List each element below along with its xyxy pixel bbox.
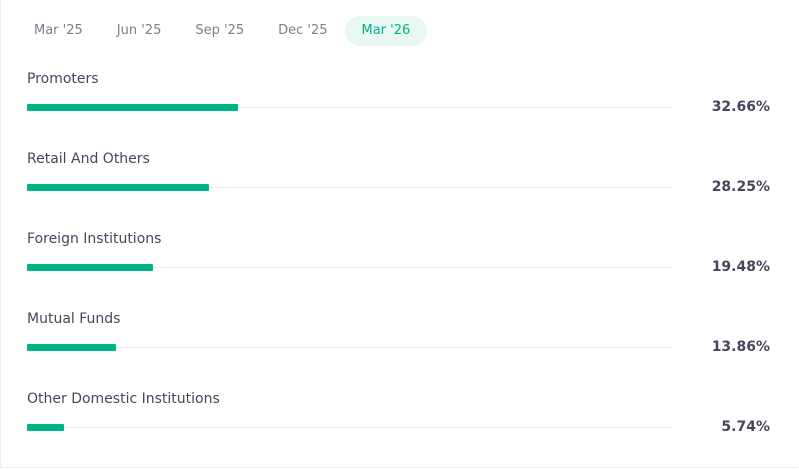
holding-percent: 5.74% bbox=[721, 419, 770, 435]
holding-row-other-domestic-institutions: Other Domestic Institutions 5.74% bbox=[27, 384, 770, 464]
holding-bar-fill bbox=[27, 344, 117, 351]
holding-percent: 28.25% bbox=[711, 179, 770, 195]
holding-bar-track bbox=[27, 344, 672, 351]
holding-bar-track bbox=[27, 264, 672, 271]
holding-bar-track bbox=[27, 104, 672, 111]
holding-bar-fill bbox=[27, 184, 210, 191]
holding-label: Mutual Funds bbox=[27, 311, 121, 327]
holding-label: Retail And Others bbox=[27, 151, 150, 167]
holding-bar-fill bbox=[27, 264, 153, 271]
tab-sep-25[interactable]: Sep '25 bbox=[178, 16, 261, 46]
tab-mar-26[interactable]: Mar '26 bbox=[344, 16, 428, 46]
holding-row-retail-and-others: Retail And Others 28.25% bbox=[27, 144, 770, 224]
holding-bar-fill bbox=[27, 424, 65, 431]
tab-dec-25[interactable]: Dec '25 bbox=[261, 16, 344, 46]
holding-bar-track bbox=[27, 424, 672, 431]
holding-label: Promoters bbox=[27, 71, 99, 87]
holding-bar-track bbox=[27, 184, 672, 191]
holding-percent: 32.66% bbox=[711, 99, 770, 115]
tab-mar-25[interactable]: Mar '25 bbox=[17, 16, 100, 46]
holding-percent: 13.86% bbox=[711, 339, 770, 355]
holding-percent: 19.48% bbox=[711, 259, 770, 275]
period-tabs: Mar '25 Jun '25 Sep '25 Dec '25 Mar '26 bbox=[17, 16, 428, 46]
shareholding-panel: Mar '25 Jun '25 Sep '25 Dec '25 Mar '26 … bbox=[0, 0, 798, 468]
holding-row-mutual-funds: Mutual Funds 13.86% bbox=[27, 304, 770, 384]
holding-list: Promoters 32.66% Retail And Others 28.25… bbox=[27, 64, 770, 464]
holding-label: Foreign Institutions bbox=[27, 231, 162, 247]
holding-row-foreign-institutions: Foreign Institutions 19.48% bbox=[27, 224, 770, 304]
tab-jun-25[interactable]: Jun '25 bbox=[100, 16, 179, 46]
holding-label: Other Domestic Institutions bbox=[27, 391, 220, 407]
holding-bar-fill bbox=[27, 104, 238, 111]
holding-row-promoters: Promoters 32.66% bbox=[27, 64, 770, 144]
